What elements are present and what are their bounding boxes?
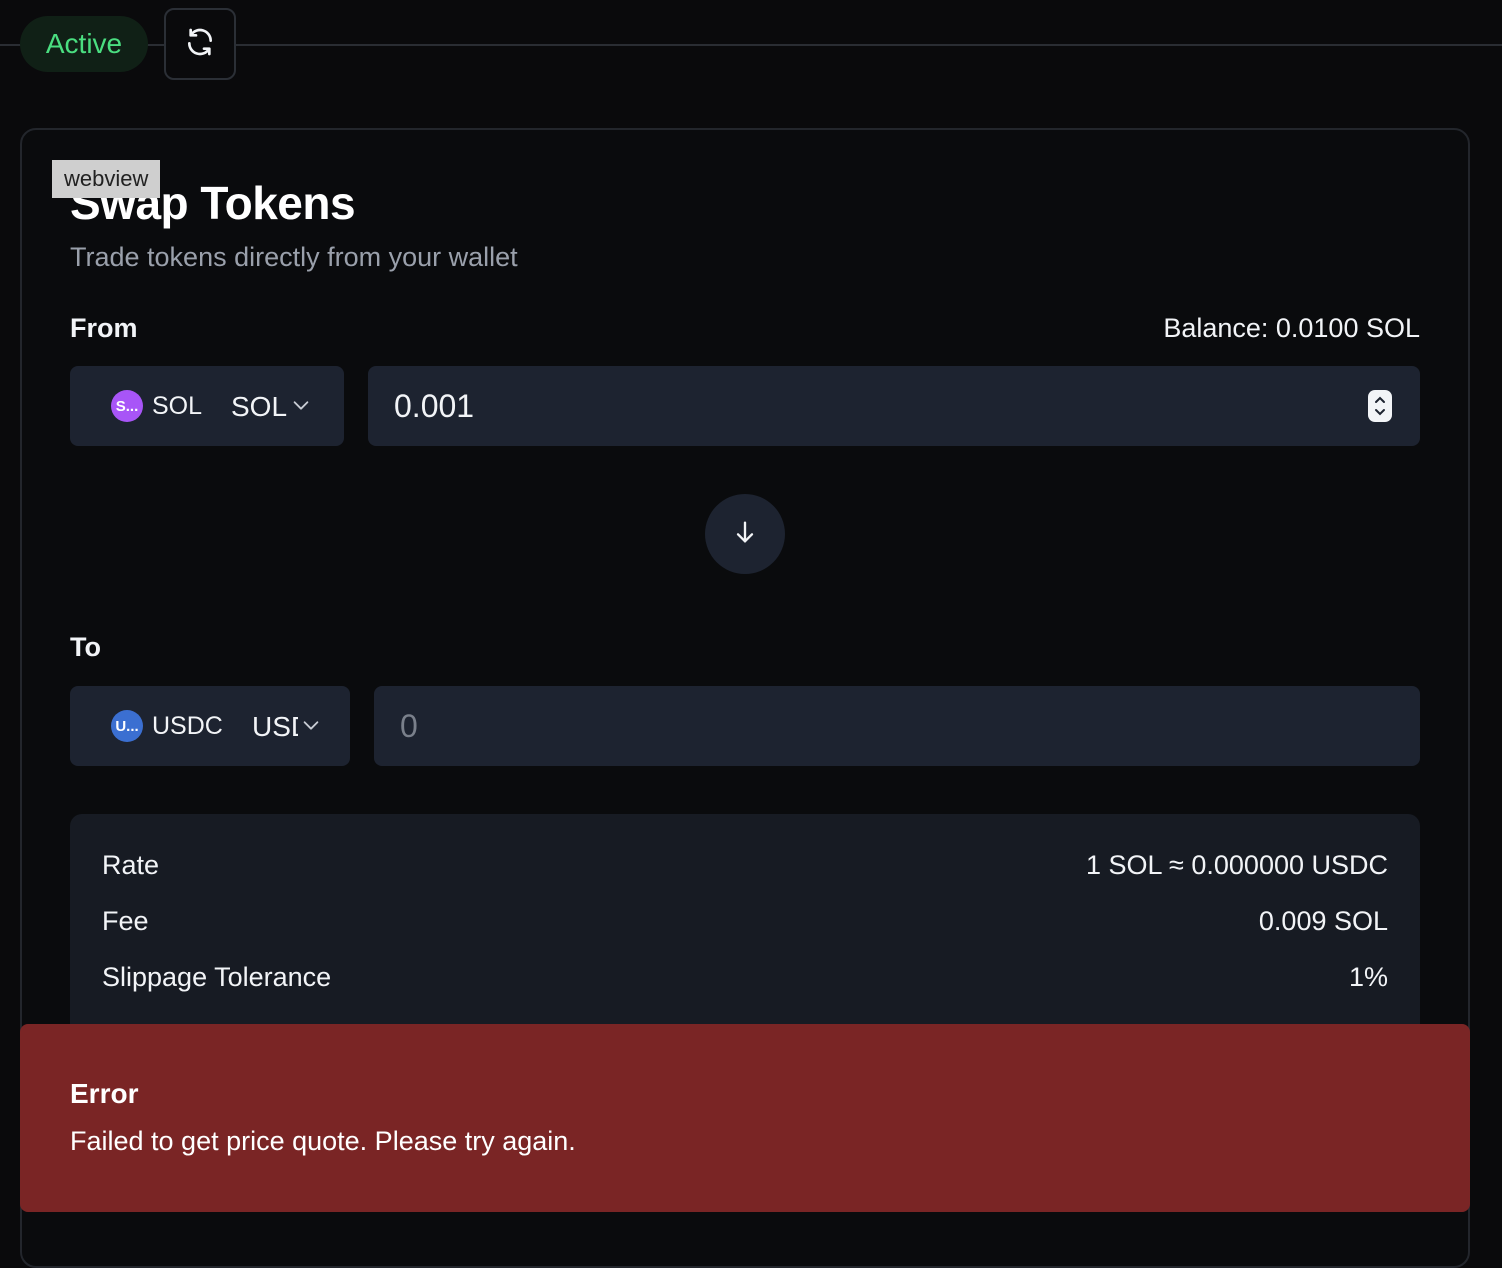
number-stepper[interactable] [1368, 390, 1392, 422]
swap-details: Rate 1 SOL ≈ 0.000000 USDC Fee 0.009 SOL… [70, 814, 1420, 1044]
fee-label: Fee [102, 906, 149, 936]
from-token-select[interactable]: S... SOL SOL [70, 366, 344, 446]
rate-label: Rate [102, 850, 160, 880]
to-amount-placeholder: 0 [400, 708, 418, 744]
to-token-value: USDC [252, 711, 298, 742]
to-token-select[interactable]: U... USDC USDC [70, 686, 350, 766]
rate-value: 1 SOL ≈ 0.000000 USDC [1086, 850, 1388, 880]
swap-direction-button[interactable] [705, 494, 785, 574]
rate-row: Rate 1 SOL ≈ 0.000000 USDC [102, 850, 1388, 890]
slippage-row: Slippage Tolerance 1% [102, 962, 1388, 1002]
to-amount-input[interactable]: 0 [374, 686, 1420, 766]
from-balance: Balance: 0.0100 SOL [1163, 313, 1420, 343]
from-label: From [70, 313, 138, 343]
from-token-value: SOL [231, 391, 287, 422]
from-token-name: SOL [152, 391, 203, 420]
fee-row: Fee 0.009 SOL [102, 906, 1388, 946]
top-bar: Active [0, 0, 1502, 90]
sol-token-icon: S... [111, 390, 143, 422]
slippage-value: 1% [1348, 962, 1388, 992]
refresh-button[interactable] [164, 8, 236, 80]
slippage-label: Slippage Tolerance [102, 962, 332, 992]
refresh-icon [184, 26, 216, 63]
error-alert: Error Failed to get price quote. Please … [20, 1024, 1470, 1212]
chevron-down-icon [290, 394, 312, 421]
webview-tag: webview [52, 160, 161, 198]
status-badge: Active [20, 16, 148, 72]
from-amount-value: 0.001 [394, 388, 475, 424]
from-amount-input[interactable]: 0.001 [368, 366, 1420, 446]
usdc-token-icon: U... [111, 710, 143, 742]
chevron-down-icon [300, 714, 322, 741]
page-subtitle: Trade tokens directly from your wallet [70, 242, 518, 272]
fee-value: 0.009 SOL [1258, 906, 1388, 936]
arrow-down-icon [731, 518, 759, 551]
error-message: Failed to get price quote. Please try ag… [70, 1126, 576, 1156]
to-token-name: USDC [152, 711, 223, 740]
to-label: To [70, 632, 101, 662]
error-title: Error [70, 1078, 139, 1109]
